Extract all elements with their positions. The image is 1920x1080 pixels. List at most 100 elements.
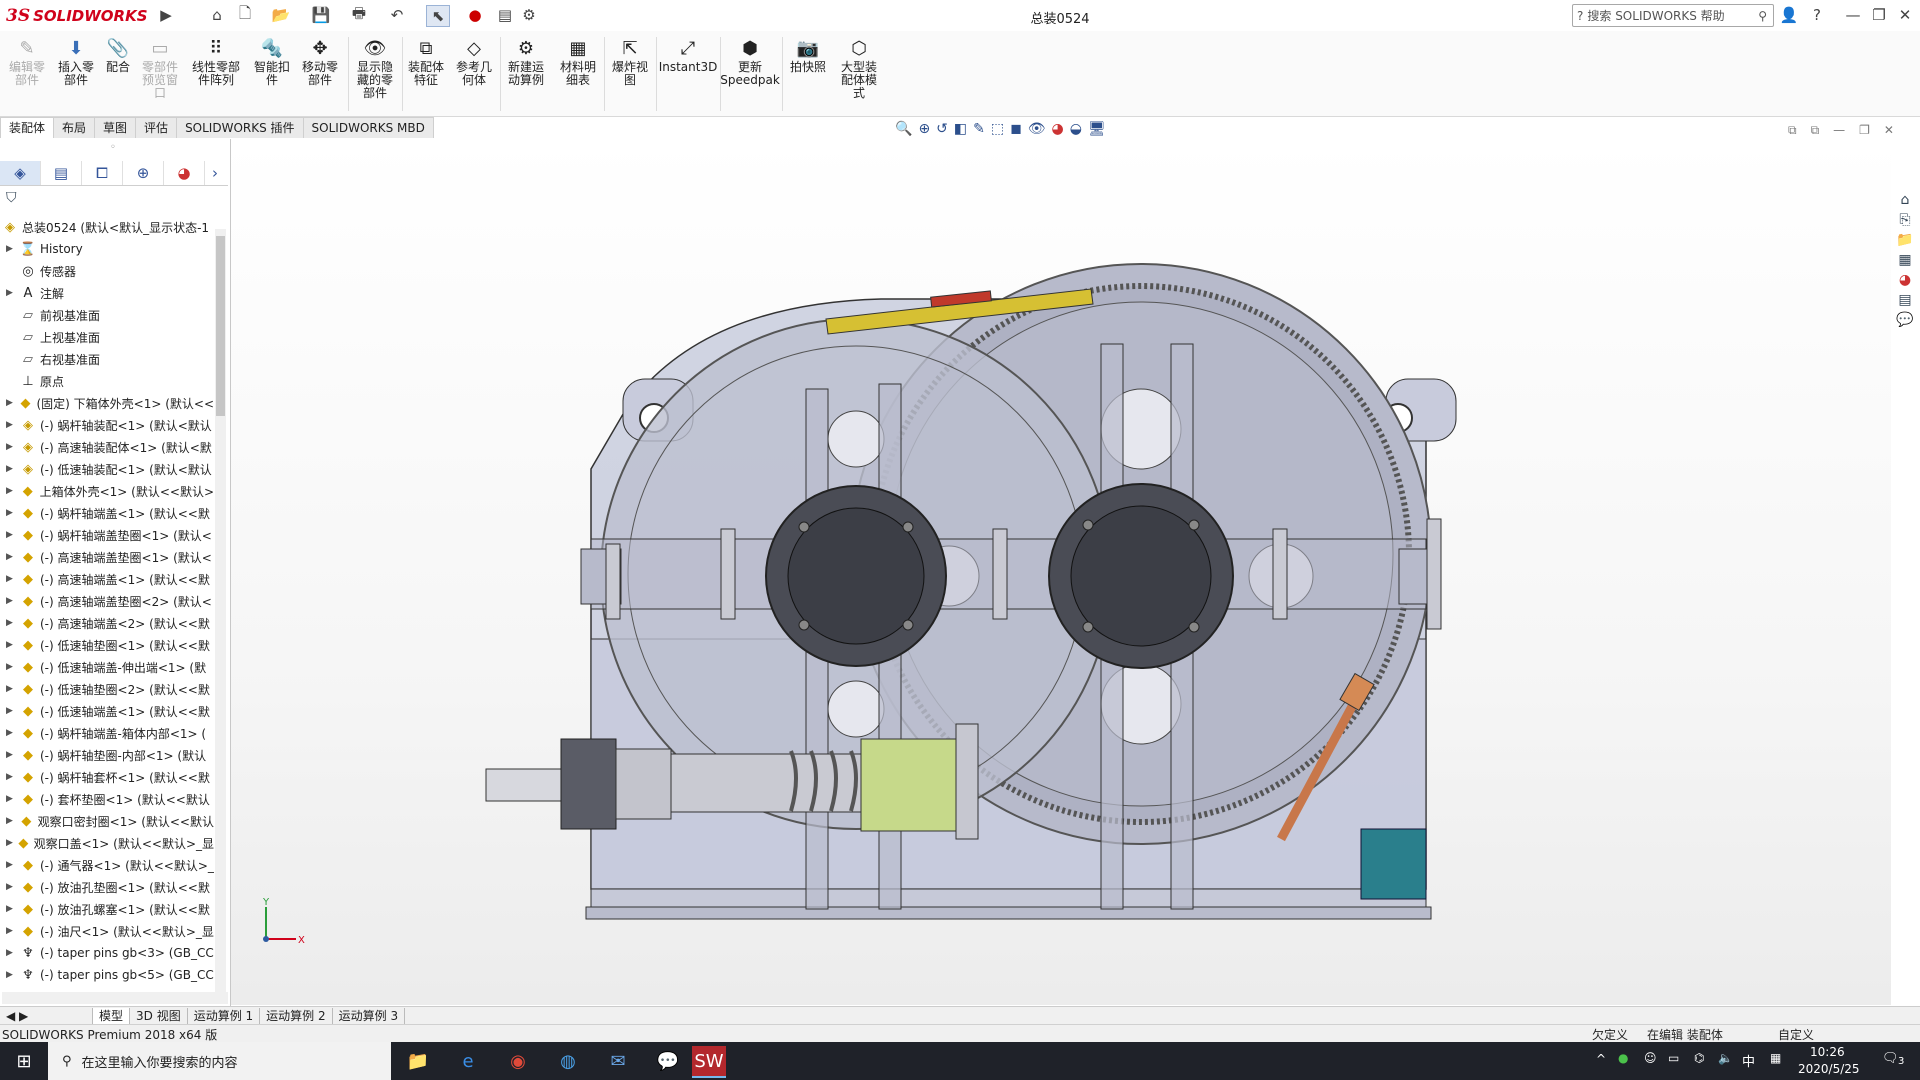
tab-3d-view[interactable]: 3D 视图 <box>130 1008 188 1024</box>
mate-button[interactable]: 📎 配合 <box>102 35 134 74</box>
tray-battery-icon[interactable]: ▭ <box>1668 1051 1679 1065</box>
tree-item[interactable]: ▶ ◆ (-) 放油孔螺塞<1> (默认<<默 <box>0 898 214 920</box>
tree-item[interactable]: ▶ ◆ (-) 高速轴端盖<1> (默认<<默 <box>0 568 214 590</box>
mail-app-icon[interactable]: ✉ <box>598 1046 638 1076</box>
tree-item[interactable]: ▶ ◆ (-) 低速轴端盖-伸出端<1> (默 <box>0 656 214 678</box>
expand-arrow-icon[interactable]: ▶ <box>6 948 18 958</box>
tree-item[interactable]: ▶ ♆ (-) taper pins gb<5> (GB_CC <box>0 964 214 986</box>
new-icon[interactable]: 🗋 <box>234 4 256 25</box>
close-icon[interactable]: ✕ <box>1896 5 1914 25</box>
filter-icon[interactable]: ⛉ <box>6 190 17 206</box>
expand-arrow-icon[interactable]: ▶ <box>6 838 15 848</box>
forum-icon[interactable]: 💬 <box>1896 312 1913 328</box>
expand-arrow-icon[interactable]: ▶ <box>6 508 18 518</box>
tree-item[interactable]: ⊥ 原点 <box>0 370 214 392</box>
expand-arrow-icon[interactable]: ▶ <box>6 596 18 606</box>
expand-arrow-icon[interactable]: ▶ <box>6 464 18 474</box>
expand-arrow-icon[interactable]: ▶ <box>6 728 18 738</box>
assembly-features-button[interactable]: ⧉ 装配体 特征 <box>404 35 448 87</box>
expand-arrow-icon[interactable]: ▶ <box>6 574 18 584</box>
expand-arrow-icon[interactable]: ▶ <box>6 640 18 650</box>
expand-arrow-icon[interactable]: ▶ <box>6 706 18 716</box>
expand-arrow-icon[interactable]: ▶ <box>6 530 18 540</box>
tray-volume-icon[interactable]: 🔈 <box>1718 1051 1733 1065</box>
property-manager-tab-icon[interactable]: ▤ <box>41 161 82 185</box>
expand-arrow-icon[interactable]: ▶ <box>6 552 18 562</box>
undo-icon[interactable]: ↶ <box>386 5 408 25</box>
rebuild-icon[interactable]: ● <box>468 5 482 25</box>
taskbar-search-input[interactable]: 在这里输入你要搜索的内容 <box>82 1052 238 1071</box>
user-icon[interactable]: 👤 <box>1780 5 1799 25</box>
tab-sketch[interactable]: 草图 <box>94 117 137 138</box>
tree-item[interactable]: ▶ ⌛ History <box>0 238 214 260</box>
graphics-area[interactable]: Y X <box>231 139 1891 1005</box>
tree-item[interactable]: ▶ ◆ (-) 低速轴端盖<1> (默认<<默 <box>0 700 214 722</box>
notification-icon[interactable]: 🗨 <box>1882 1051 1899 1066</box>
file-props-icon[interactable]: ▤ <box>494 5 516 25</box>
tree-item[interactable]: ▶ ◈ (-) 高速轴装配体<1> (默认<默 <box>0 436 214 458</box>
expand-arrow-icon[interactable]: ▶ <box>6 750 18 760</box>
reference-geometry-button[interactable]: ◇ 参考几 何体 <box>452 35 496 87</box>
expand-arrow-icon[interactable]: ▶ <box>6 860 18 870</box>
tree-item[interactable]: ▱ 右视基准面 <box>0 348 214 370</box>
feature-manager-tab-icon[interactable]: ◈ <box>0 161 41 185</box>
restore-icon[interactable]: ❐ <box>1870 5 1888 25</box>
tree-item[interactable]: ▶ A 注解 <box>0 282 214 304</box>
help-search-box[interactable]: ? 搜索 SOLIDWORKS 帮助 ⚲ <box>1572 4 1774 27</box>
apply-scene-icon[interactable]: ◒ <box>1070 121 1082 143</box>
large-assembly-mode-button[interactable]: ⬡ 大型装 配体模 式 <box>834 35 884 100</box>
configuration-manager-tab-icon[interactable]: ⧠ <box>82 161 123 185</box>
tab-layout[interactable]: 布局 <box>53 117 96 138</box>
edge-app-icon[interactable]: e <box>448 1046 488 1076</box>
bill-of-materials-button[interactable]: ▦ 材料明 细表 <box>556 35 600 87</box>
expand-arrow-icon[interactable]: ▶ <box>6 486 18 496</box>
expand-arrow-icon[interactable]: ▶ <box>6 684 18 694</box>
save-icon[interactable]: 💾 <box>310 5 332 25</box>
tray-chevron-icon[interactable]: ^ <box>1596 1052 1606 1066</box>
tray-network-icon[interactable]: ⌬ <box>1694 1051 1704 1065</box>
search-icon[interactable]: ⚲ <box>1758 9 1767 23</box>
options-icon[interactable]: ⚙ <box>518 5 540 25</box>
tab-motion-study-2[interactable]: 运动算例 2 <box>260 1008 333 1024</box>
open-icon[interactable]: 📂 <box>270 5 292 25</box>
dimxpert-tab-icon[interactable]: ⊕ <box>123 161 164 185</box>
home-icon[interactable]: ⌂ <box>206 5 228 25</box>
custom-properties-icon[interactable]: ▤ <box>1898 292 1911 308</box>
edit-component-button[interactable]: ✎ 编辑零 部件 <box>6 35 48 87</box>
tree-item[interactable]: ▶ ◆ (-) 蜗杆轴端盖<1> (默认<<默 <box>0 502 214 524</box>
move-component-button[interactable]: ✥ 移动零 部件 <box>298 35 342 87</box>
tree-item[interactable]: ▶ ◆ (-) 蜗杆轴端盖垫圈<1> (默认< <box>0 524 214 546</box>
view-settings-icon[interactable]: 🖥 <box>1088 121 1106 143</box>
tray-user-icon[interactable]: ☺ <box>1644 1051 1657 1065</box>
expand-arrow-icon[interactable]: ▶ <box>6 772 18 782</box>
help-menu-icon[interactable]: ? <box>1808 5 1826 25</box>
expand-arrow-icon[interactable]: ▶ <box>6 662 18 672</box>
expand-arrow-icon[interactable]: ▶ <box>6 420 18 430</box>
select-icon[interactable]: ⬉ <box>426 5 450 27</box>
tray-keyboard-icon[interactable]: ▦ <box>1770 1051 1781 1065</box>
tree-item[interactable]: ▱ 上视基准面 <box>0 326 214 348</box>
tree-item[interactable]: ▶ ◈ (-) 蜗杆轴装配<1> (默认<默认 <box>0 414 214 436</box>
help-search-input[interactable]: 搜索 SOLIDWORKS 帮助 <box>1587 7 1724 24</box>
taskbar-search[interactable]: ⚲ 在这里输入你要搜索的内容 <box>48 1042 391 1080</box>
tree-root[interactable]: ◈ 总装0524 (默认<默认_显示状态-1 <box>0 216 214 238</box>
component-preview-button[interactable]: ▭ 零部件 预览窗 口 <box>138 35 182 100</box>
expand-arrow-icon[interactable]: ▶ <box>6 904 18 914</box>
doc-restore-icon[interactable]: ❐ <box>1859 123 1870 138</box>
tree-item[interactable]: ▶ ◆ (-) 通气器<1> (默认<<默认>_ <box>0 854 214 876</box>
tab-scroll-controls[interactable]: ◀ ▶ <box>0 1008 93 1024</box>
print-icon[interactable]: 🖶 <box>348 4 370 25</box>
zoom-to-fit-icon[interactable]: 🔍 <box>895 121 912 143</box>
tree-item[interactable]: ▶ ◆ (-) 低速轴垫圈<2> (默认<<默 <box>0 678 214 700</box>
tree-item[interactable]: ▶ ◆ (-) 低速轴垫圈<1> (默认<<默 <box>0 634 214 656</box>
expand-arrow-icon[interactable]: ▶ <box>6 970 18 980</box>
view-orientation-icon[interactable]: ⬚ <box>991 121 1004 143</box>
solidworks-logo[interactable]: 3S SOLIDWORKS <box>6 3 156 28</box>
file-explorer-app-icon[interactable]: 📁 <box>398 1046 438 1076</box>
tree-item[interactable]: ▶ ◆ (-) 蜗杆轴垫圈-内部<1> (默认 <box>0 744 214 766</box>
view-palette-icon[interactable]: ▦ <box>1898 252 1911 268</box>
display-style-icon[interactable]: ◼ <box>1010 121 1022 143</box>
dynamic-annotation-icon[interactable]: ✎ <box>973 121 985 143</box>
tree-item[interactable]: ▶ ◆ 上箱体外壳<1> (默认<<默认> <box>0 480 214 502</box>
tree-item[interactable]: ▶ ◆ (-) 高速轴端盖垫圈<2> (默认< <box>0 590 214 612</box>
